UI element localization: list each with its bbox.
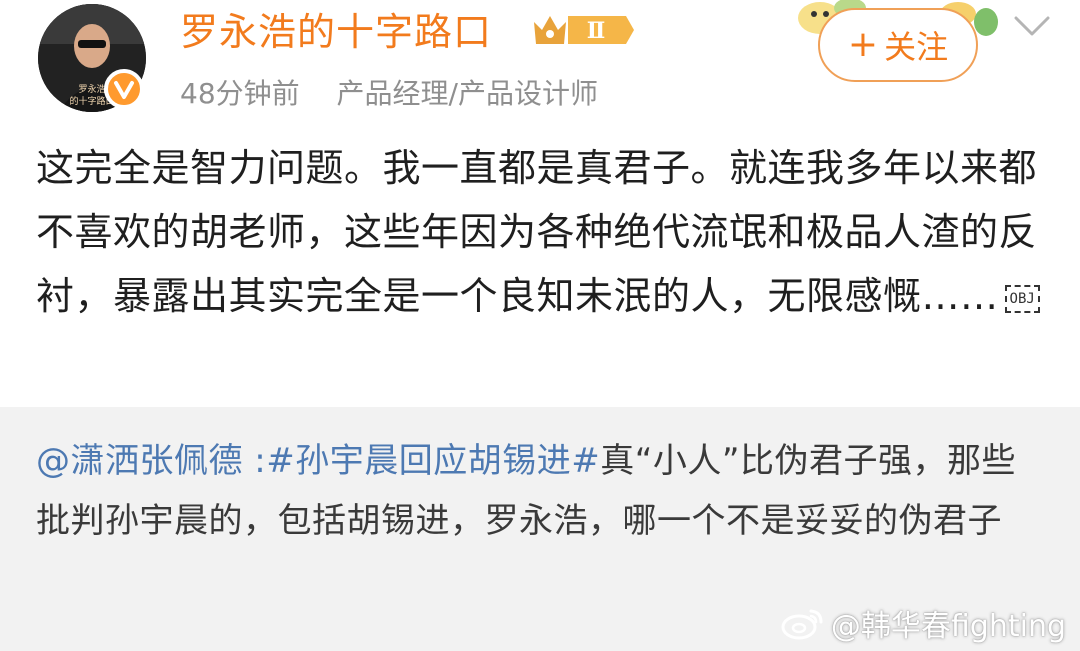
repost-body: @潇洒张佩德 :#孙宇晨回应胡锡进#真“小人”比伪君子强，那些批判孙宇晨的，包括… [36, 431, 1046, 551]
avatar-caption-1: 罗永浩 [78, 83, 105, 95]
repost-hashtag-link[interactable]: #孙宇晨回应胡锡进# [266, 441, 600, 481]
post-meta: 48分钟前 产品经理/产品设计师 [180, 72, 626, 116]
follow-label: 关注 [884, 28, 949, 66]
vip-badge-icon[interactable]: Ⅱ [530, 10, 636, 54]
repost-card[interactable]: @潇洒张佩德 :#孙宇晨回应胡锡进#真“小人”比伪君子强，那些批判孙宇晨的，包括… [0, 407, 1080, 651]
follow-button[interactable]: + 关注 [818, 8, 978, 82]
verified-badge-icon [104, 69, 144, 109]
weibo-logo-icon [781, 609, 823, 640]
chevron-down-icon[interactable] [1012, 12, 1052, 40]
repost-separator: : [243, 441, 267, 481]
watermark-text: @韩华春fighting [830, 609, 1066, 644]
author-title: 产品经理/产品设计师 [336, 77, 598, 110]
post-header: 罗永浩 的十字路口 罗永浩的十字路口 Ⅱ 48分钟前 产品经理/产品设计师 + … [0, 0, 1080, 125]
plus-icon: + [847, 24, 879, 65]
post-text: 这完全是智力问题。我一直都是真君子。就连我多年以来都不喜欢的胡老师，这些年因为各… [36, 146, 1038, 318]
username[interactable]: 罗永浩的十字路口 [180, 6, 492, 58]
vip-level: Ⅱ [587, 18, 606, 44]
object-placeholder-icon: OBJ [1004, 284, 1040, 313]
watermark: @韩华春fighting [781, 603, 1066, 644]
repost-mention-link[interactable]: @潇洒张佩德 [36, 441, 243, 481]
post-body: 这完全是智力问题。我一直都是真君子。就连我多年以来都不喜欢的胡老师，这些年因为各… [36, 136, 1046, 328]
post-time: 48分钟前 [180, 77, 300, 110]
